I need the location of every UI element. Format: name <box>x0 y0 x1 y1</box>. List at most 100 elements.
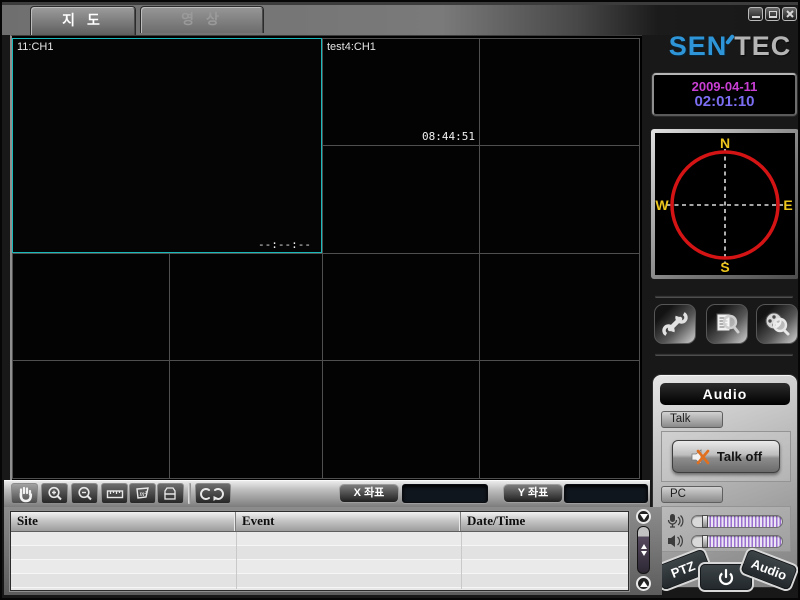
video-grid: test4:CH1 08:44:51 11:CH1 --:--:-- <box>10 35 642 480</box>
datetime-display: 2009-04-11 02:01:10 <box>652 73 797 116</box>
scroll-bottom-button[interactable] <box>636 576 651 591</box>
pc-section-label: PC <box>661 486 723 503</box>
wrench-icon <box>661 310 689 338</box>
table-row <box>11 574 628 588</box>
speaker-slider-handle[interactable] <box>702 535 708 548</box>
maximize-icon <box>769 11 777 18</box>
video-cell[interactable] <box>322 253 480 361</box>
y-coordinate-label: Y 좌표 <box>504 485 562 502</box>
close-icon <box>785 9 795 19</box>
pan-button[interactable] <box>11 483 38 504</box>
ruler-icon <box>106 485 124 503</box>
pc-section <box>661 506 791 552</box>
camera-label: test4:CH1 <box>327 41 376 53</box>
compass[interactable]: N S W E <box>655 133 795 275</box>
talk-section: Talk off <box>661 431 791 482</box>
video-cell[interactable] <box>479 360 640 479</box>
microphone-icon <box>666 512 686 530</box>
maximize-button[interactable] <box>765 7 780 21</box>
column-header-event: Event <box>236 512 461 531</box>
time-value: 02:01:10 <box>694 94 754 110</box>
measure-area-button[interactable]: m² <box>129 483 156 504</box>
video-cell-selected[interactable]: 11:CH1 --:--:-- <box>12 38 322 253</box>
event-log-region: Site Event Date/Time <box>4 507 662 595</box>
audio-panel: Audio Talk Talk off PC <box>652 374 798 588</box>
event-table-scrollbar <box>635 509 652 593</box>
zoom-in-button[interactable] <box>41 483 68 504</box>
video-cell[interactable] <box>479 38 640 146</box>
log-search-icon <box>713 310 741 338</box>
divider <box>655 353 793 356</box>
column-header-datetime: Date/Time <box>461 512 628 531</box>
compass-n-label: N <box>720 135 730 151</box>
triangle-up-icon <box>640 581 648 587</box>
settings-button[interactable] <box>654 304 696 344</box>
video-cell[interactable] <box>479 253 640 361</box>
talk-off-button[interactable]: Talk off <box>672 440 780 473</box>
compass-panel: N S W E <box>651 129 799 279</box>
table-row <box>11 546 628 560</box>
speaker-icon <box>666 532 686 550</box>
print-button[interactable] <box>157 483 184 504</box>
video-cell[interactable] <box>169 253 323 361</box>
video-cell[interactable] <box>12 360 170 479</box>
talk-off-icon <box>690 447 712 467</box>
area-measure-icon: m² <box>134 485 152 503</box>
scrollbar-thumb[interactable] <box>637 526 650 574</box>
camera-timestamp: 08:44:51 <box>422 130 475 143</box>
logo-text-sen: SEN <box>669 31 728 62</box>
zoom-in-icon <box>46 485 64 503</box>
event-table-header: Site Event Date/Time <box>11 512 628 532</box>
log-search-button[interactable] <box>706 304 748 344</box>
tab-map[interactable]: 지 도 <box>30 6 136 35</box>
talk-section-label: Talk <box>661 411 723 428</box>
column-divider <box>461 532 462 589</box>
compass-w-label: W <box>655 197 669 213</box>
compass-s-label: S <box>720 259 729 275</box>
tab-video[interactable]: 영 상 <box>140 6 264 33</box>
divider <box>655 295 793 298</box>
video-cell[interactable] <box>479 145 640 254</box>
camera-timestamp: --:--:-- <box>258 238 311 251</box>
y-coordinate-input[interactable] <box>564 484 648 503</box>
triangle-up-icon <box>641 544 647 549</box>
speaker-volume-slider[interactable] <box>691 535 783 548</box>
window-controls <box>748 7 797 21</box>
printer-icon <box>162 485 180 503</box>
logo-text-tec: TEC <box>734 31 791 62</box>
video-cell[interactable] <box>322 145 480 254</box>
triangle-down-icon <box>641 551 647 556</box>
zoom-out-button[interactable] <box>71 483 98 504</box>
close-button[interactable] <box>782 7 797 21</box>
scroll-top-button[interactable] <box>636 509 651 524</box>
column-header-site: Site <box>11 512 236 531</box>
triangle-down-icon <box>640 514 648 520</box>
video-search-button[interactable] <box>756 304 798 344</box>
minimize-icon <box>752 16 760 18</box>
video-cell[interactable] <box>169 360 323 479</box>
mic-slider-handle[interactable] <box>702 515 708 528</box>
video-search-icon <box>763 310 791 338</box>
rotate-button[interactable] <box>195 483 231 504</box>
date-value: 2009-04-11 <box>692 79 758 94</box>
measure-distance-button[interactable] <box>101 483 128 504</box>
power-icon <box>717 568 735 586</box>
talk-off-label: Talk off <box>717 449 762 464</box>
map-toolbar: m² X 좌표 Y 좌표 <box>4 480 650 507</box>
svg-text:m²: m² <box>139 490 147 498</box>
app-window: 지 도 영 상 test4:CH1 08:44:51 1 <box>0 0 800 600</box>
event-table: Site Event Date/Time <box>10 511 629 591</box>
audio-panel-title: Audio <box>660 383 790 405</box>
table-row <box>11 560 628 574</box>
video-cell[interactable]: test4:CH1 08:44:51 <box>322 38 480 146</box>
zoom-out-icon <box>76 485 94 503</box>
x-coordinate-input[interactable] <box>402 484 488 503</box>
video-cell[interactable] <box>322 360 480 479</box>
toolbar-separator <box>188 483 191 504</box>
video-cell[interactable] <box>12 253 170 361</box>
pan-hand-icon <box>16 485 34 503</box>
x-coordinate-label: X 좌표 <box>340 485 398 502</box>
minimize-button[interactable] <box>748 7 763 21</box>
column-divider <box>236 532 237 589</box>
mic-volume-slider[interactable] <box>691 515 783 528</box>
